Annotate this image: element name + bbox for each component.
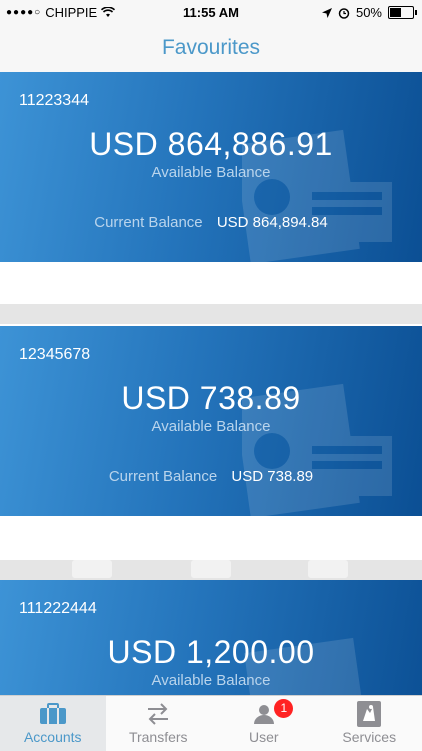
battery-icon: [388, 6, 414, 19]
account-card[interactable]: 111222444 USD 1,200.00 Available Balance: [0, 580, 422, 695]
tab-transfers[interactable]: Transfers: [106, 696, 212, 751]
location-arrow-icon: [322, 8, 332, 18]
alarm-icon: [338, 7, 350, 19]
available-balance-label: Available Balance: [0, 418, 422, 435]
tab-services-label: Services: [342, 729, 396, 745]
current-balance-label: Current Balance: [94, 214, 202, 231]
tab-user-label: User: [249, 729, 279, 745]
account-number: 111222444: [19, 600, 97, 618]
tab-bar: Accounts Transfers 1 User Servi: [0, 695, 422, 751]
account-number: 12345678: [19, 346, 90, 364]
tab-transfers-label: Transfers: [129, 729, 188, 745]
available-balance: USD 1,200.00: [0, 634, 422, 671]
status-bar: ●●●●○ CHIPPIE 11:55 AM 50%: [0, 0, 422, 24]
notification-badge: 1: [274, 699, 293, 718]
battery-percent: 50%: [356, 5, 382, 20]
tab-accounts-label: Accounts: [24, 729, 82, 745]
tab-accounts[interactable]: Accounts: [0, 696, 106, 751]
card-tab-hint: [308, 560, 348, 578]
account-list[interactable]: 11223344 USD 864,886.91 Available Balanc…: [0, 72, 422, 695]
card-separator: [0, 304, 422, 324]
current-balance: USD 864,894.84: [217, 214, 328, 231]
available-balance: USD 864,886.91: [0, 126, 422, 163]
account-card[interactable]: 12345678 USD 738.89 Available Balance Cu…: [0, 326, 422, 516]
account-card[interactable]: 11223344 USD 864,886.91 Available Balanc…: [0, 72, 422, 262]
card-tab-hint: [72, 560, 112, 578]
battery-level: [390, 8, 401, 17]
status-right: 50%: [322, 5, 414, 20]
tab-user[interactable]: 1 User: [211, 696, 317, 751]
available-balance: USD 738.89: [0, 380, 422, 417]
available-balance-label: Available Balance: [0, 164, 422, 181]
transfer-arrows-icon: [146, 701, 170, 727]
services-icon: [357, 701, 381, 727]
page-title: Favourites: [162, 36, 260, 60]
current-balance: USD 738.89: [231, 468, 313, 485]
current-balance-row: Current Balance USD 738.89: [0, 468, 422, 485]
account-number: 11223344: [19, 92, 89, 110]
available-balance-label: Available Balance: [0, 672, 422, 689]
briefcase-icon: [39, 701, 67, 727]
user-icon: [253, 701, 275, 727]
navigation-bar: Favourites: [0, 24, 422, 72]
current-balance-row: Current Balance USD 864,894.84: [0, 214, 422, 231]
current-balance-label: Current Balance: [109, 468, 217, 485]
card-tab-hint: [191, 560, 231, 578]
tab-services[interactable]: Services: [317, 696, 422, 751]
